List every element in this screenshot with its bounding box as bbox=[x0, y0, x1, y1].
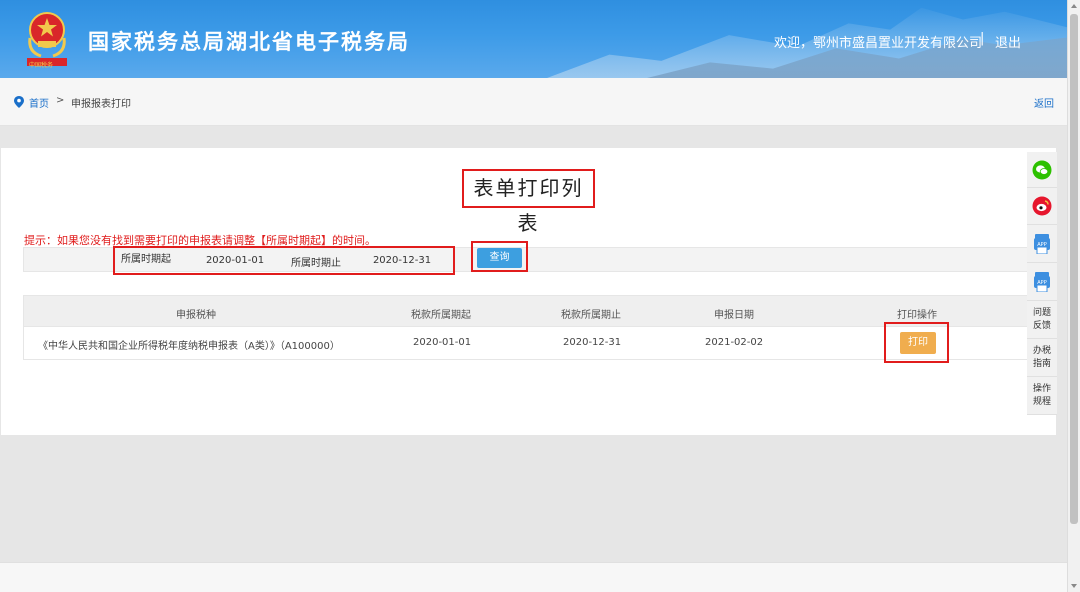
app-icon: APP bbox=[1034, 234, 1050, 254]
feedback-button[interactable]: 问题反馈 bbox=[1027, 301, 1057, 339]
app-label: APP bbox=[1037, 242, 1046, 248]
col-period-end: 税款所属期止 bbox=[561, 310, 621, 321]
app-label: APP bbox=[1037, 280, 1046, 286]
cell-tax-type: 《中华人民共和国企业所得税年度纳税申报表（A类）》（A100000） bbox=[38, 341, 340, 352]
col-filing-date: 申报日期 bbox=[714, 310, 754, 321]
location-pin-icon bbox=[14, 96, 24, 108]
query-highlight-box bbox=[471, 241, 528, 272]
breadcrumb: 首页 > 申报报表打印 返回 bbox=[0, 78, 1067, 126]
back-link[interactable]: 返回 bbox=[1034, 95, 1054, 110]
feedback-label: 问题反馈 bbox=[1033, 308, 1052, 331]
col-period-start: 税款所属期起 bbox=[411, 310, 471, 321]
page-title: 表单打印列表 bbox=[462, 169, 595, 235]
tax-emblem-icon bbox=[27, 12, 67, 66]
emblem-caption: 中国税务 bbox=[29, 62, 54, 69]
col-tax-type: 申报税种 bbox=[176, 310, 216, 321]
wechat-icon bbox=[1032, 160, 1052, 180]
tax-guide-label: 办税指南 bbox=[1033, 346, 1052, 369]
breadcrumb-current: 申报报表打印 bbox=[71, 99, 131, 110]
scrollbar-thumb[interactable] bbox=[1070, 14, 1078, 524]
header-separator: | bbox=[980, 31, 985, 46]
vertical-scrollbar[interactable] bbox=[1067, 0, 1080, 592]
filter-highlight-box bbox=[113, 246, 455, 275]
tax-guide-button[interactable]: 办税指南 bbox=[1027, 339, 1057, 377]
site-title: 国家税务总局湖北省电子税务局 bbox=[88, 30, 410, 54]
operation-rules-label: 操作规程 bbox=[1033, 384, 1052, 407]
cell-filing-date: 2021-02-02 bbox=[705, 337, 764, 348]
app-download-button[interactable]: APP bbox=[1027, 225, 1057, 263]
weibo-icon bbox=[1032, 196, 1052, 216]
breadcrumb-home-link[interactable]: 首页 bbox=[29, 95, 49, 110]
footer-strip bbox=[0, 562, 1067, 592]
cell-period-end: 2020-12-31 bbox=[563, 337, 622, 348]
logout-link[interactable]: 退出 bbox=[995, 32, 1021, 51]
scroll-down-arrow-icon[interactable] bbox=[1071, 584, 1077, 588]
app-download-button-2[interactable]: APP bbox=[1027, 263, 1057, 301]
weibo-button[interactable] bbox=[1027, 188, 1057, 225]
app-icon: APP bbox=[1034, 272, 1050, 292]
welcome-message: 欢迎，鄂州市盛昌置业开发有限公司 bbox=[774, 36, 983, 51]
site-header: 中国税务 国家税务总局湖北省电子税务局 欢迎，鄂州市盛昌置业开发有限公司 | 退… bbox=[0, 0, 1067, 78]
operation-rules-button[interactable]: 操作规程 bbox=[1027, 377, 1057, 415]
breadcrumb-separator: > bbox=[56, 95, 65, 106]
floating-toolbar: APP APP 问题反馈 办税指南 操作规程 bbox=[1027, 148, 1057, 418]
cell-period-start: 2020-01-01 bbox=[413, 337, 472, 348]
scroll-up-arrow-icon[interactable] bbox=[1071, 4, 1077, 8]
wechat-button[interactable] bbox=[1027, 152, 1057, 188]
print-highlight-box bbox=[884, 322, 949, 363]
col-print-action: 打印操作 bbox=[897, 310, 937, 321]
